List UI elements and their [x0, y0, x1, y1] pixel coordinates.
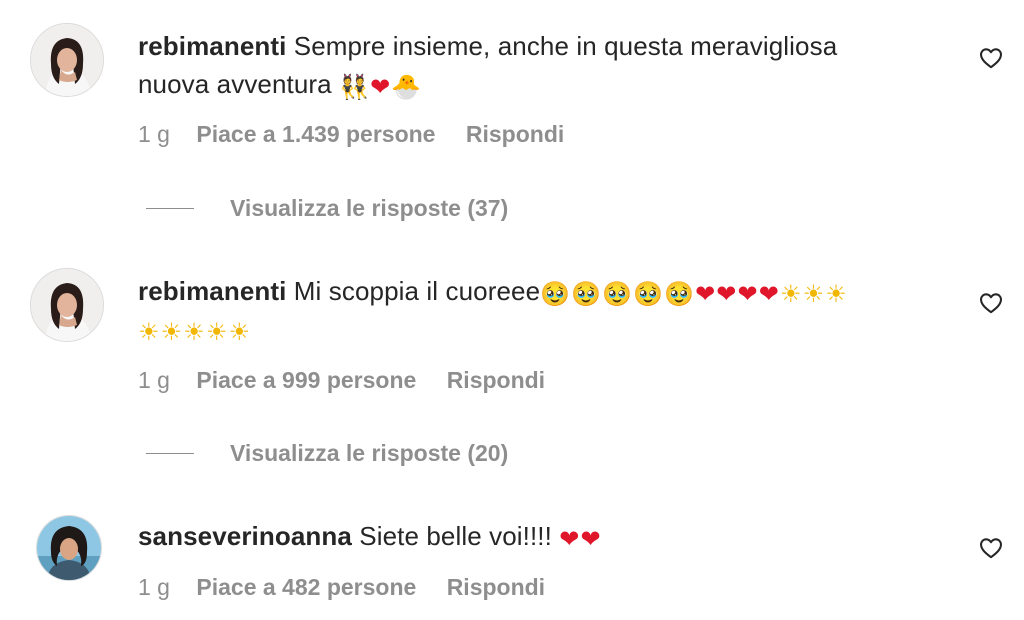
- like-comment-button[interactable]: [978, 45, 1004, 71]
- red-heart-emoji: ❤: [695, 280, 716, 308]
- reply-button[interactable]: Rispondi: [447, 574, 545, 601]
- comment-time: 1 g: [138, 367, 170, 393]
- comment-time: 1 g: [138, 121, 170, 147]
- red-heart-emoji: ❤: [737, 280, 758, 308]
- comment-username[interactable]: sanseverinoanna: [138, 521, 352, 551]
- like-comment-button[interactable]: [978, 535, 1004, 561]
- comment-username[interactable]: rebimanenti: [138, 31, 286, 61]
- comment-meta: 1 g Piace a 1.439 persone Rispondi: [138, 121, 564, 148]
- sun-emoji: ☀: [228, 318, 251, 346]
- reply-button[interactable]: Rispondi: [447, 367, 545, 394]
- comment-meta: 1 g Piace a 482 persone Rispondi: [138, 574, 545, 601]
- red-heart-emoji: ❤: [758, 280, 779, 308]
- sun-emoji: ☀: [802, 280, 825, 308]
- replies-divider: [146, 452, 194, 454]
- like-comment-button[interactable]: [978, 290, 1004, 316]
- pleading-face-emoji: 🥹: [633, 280, 664, 308]
- comment-text: sanseverinoanna Siete belle voi!!!! ❤❤: [138, 517, 938, 555]
- pleading-face-emoji: 🥹: [540, 280, 571, 308]
- comment-message-continued: nuova avventura: [138, 69, 332, 99]
- comment-likes-link[interactable]: Piace a 999 persone: [196, 367, 416, 394]
- sun-emoji: ☀: [160, 318, 183, 346]
- red-heart-emoji: ❤: [559, 525, 580, 553]
- view-replies-button[interactable]: Visualizza le risposte (20): [146, 438, 508, 468]
- comment-text: rebimanenti Sempre insieme, anche in que…: [138, 27, 938, 103]
- comment-message: Mi scoppia il cuoreee: [293, 276, 541, 306]
- view-replies-label: Visualizza le risposte (20): [230, 439, 509, 466]
- comment-username[interactable]: rebimanenti: [138, 276, 286, 306]
- replies-divider: [146, 207, 194, 209]
- pleading-face-emoji: 🥹: [571, 280, 602, 308]
- heart-outline-icon: [980, 538, 1002, 559]
- avatar[interactable]: [30, 23, 104, 97]
- hatching-chick-emoji: 🐣: [391, 73, 422, 101]
- pleading-face-emoji: 🥹: [664, 280, 695, 308]
- heart-outline-icon: [980, 48, 1002, 69]
- view-replies-label: Visualizza le risposte (37): [230, 194, 509, 221]
- dancing-women-emoji: 👯: [339, 73, 370, 101]
- view-replies-button[interactable]: Visualizza le risposte (37): [146, 193, 508, 223]
- pleading-face-emoji: 🥹: [602, 280, 633, 308]
- comment-likes-link[interactable]: Piace a 1.439 persone: [196, 121, 435, 148]
- red-heart-emoji: ❤: [580, 525, 601, 553]
- comment-message: Siete belle voi!!!!: [359, 521, 552, 551]
- sun-emoji: ☀: [183, 318, 205, 346]
- reply-button[interactable]: Rispondi: [466, 121, 564, 148]
- red-heart-emoji: ❤: [370, 73, 391, 101]
- sun-emoji: ☀: [138, 318, 160, 346]
- comment-meta: 1 g Piace a 999 persone Rispondi: [138, 367, 545, 394]
- red-heart-emoji: ❤: [716, 280, 737, 308]
- comment-time: 1 g: [138, 574, 170, 600]
- comment-text: rebimanenti Mi scoppia il cuoreee🥹🥹🥹🥹🥹❤❤…: [138, 272, 938, 348]
- comments-list: rebimanenti Sempre insieme, anche in que…: [0, 0, 1024, 620]
- avatar[interactable]: [30, 268, 104, 342]
- heart-outline-icon: [980, 293, 1002, 314]
- sun-emoji: ☀: [205, 318, 228, 346]
- sun-emoji: ☀: [825, 280, 847, 308]
- sun-emoji: ☀: [779, 280, 802, 308]
- avatar[interactable]: [36, 515, 102, 581]
- comment-message: Sempre insieme, anche in questa meravigl…: [293, 31, 838, 61]
- comment-likes-link[interactable]: Piace a 482 persone: [196, 574, 416, 601]
